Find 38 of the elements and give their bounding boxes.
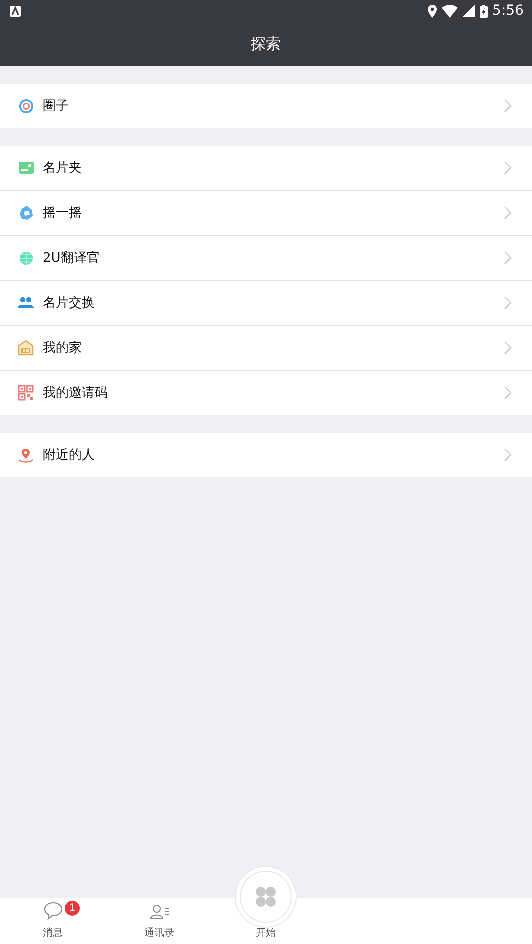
- chevron-right-icon: [504, 206, 512, 220]
- contacts-icon: [150, 904, 170, 920]
- clock-time: 5:56: [492, 3, 524, 19]
- menu-item[interactable]: 名片交换: [0, 280, 532, 325]
- notification-icon: [10, 6, 21, 16]
- signal-icon: [462, 5, 475, 17]
- page-title: 探索: [251, 34, 281, 54]
- target-icon: [18, 98, 34, 114]
- shake-icon: [18, 205, 34, 221]
- qr-code-icon: [18, 385, 34, 401]
- tab[interactable]: 通讯录: [106, 898, 213, 944]
- menu-item[interactable]: 摇一摇: [0, 190, 532, 235]
- chevron-right-icon: [504, 386, 512, 400]
- tab-label[interactable]: 开始: [256, 926, 276, 940]
- globe-icon: [18, 250, 34, 266]
- chevron-right-icon: [504, 341, 512, 355]
- wifi-icon: [442, 4, 458, 18]
- chevron-right-icon: [504, 296, 512, 310]
- chat-bubble-icon: [44, 902, 63, 920]
- menu-item[interactable]: 我的家: [0, 325, 532, 370]
- people-icon: [18, 297, 34, 309]
- house-icon: [18, 340, 34, 356]
- menu-item[interactable]: 我的邀请码: [0, 370, 532, 415]
- menu-item[interactable]: 名片夹: [0, 146, 532, 190]
- menu-item[interactable]: 圈子: [0, 84, 532, 128]
- menu-item[interactable]: 2U翻译官: [0, 235, 532, 280]
- card-icon: [18, 162, 34, 174]
- chevron-right-icon: [504, 161, 512, 175]
- chevron-right-icon: [504, 99, 512, 113]
- location-icon: [428, 4, 437, 18]
- chevron-right-icon: [504, 448, 512, 462]
- chevron-right-icon: [504, 251, 512, 265]
- tab[interactable]: 消息 1: [0, 898, 106, 944]
- location-pin-icon: [18, 448, 34, 462]
- unread-badge: 1: [65, 901, 80, 916]
- battery-icon: [480, 4, 488, 18]
- menu-item[interactable]: 附近的人: [0, 433, 532, 477]
- clover-icon: [254, 886, 277, 908]
